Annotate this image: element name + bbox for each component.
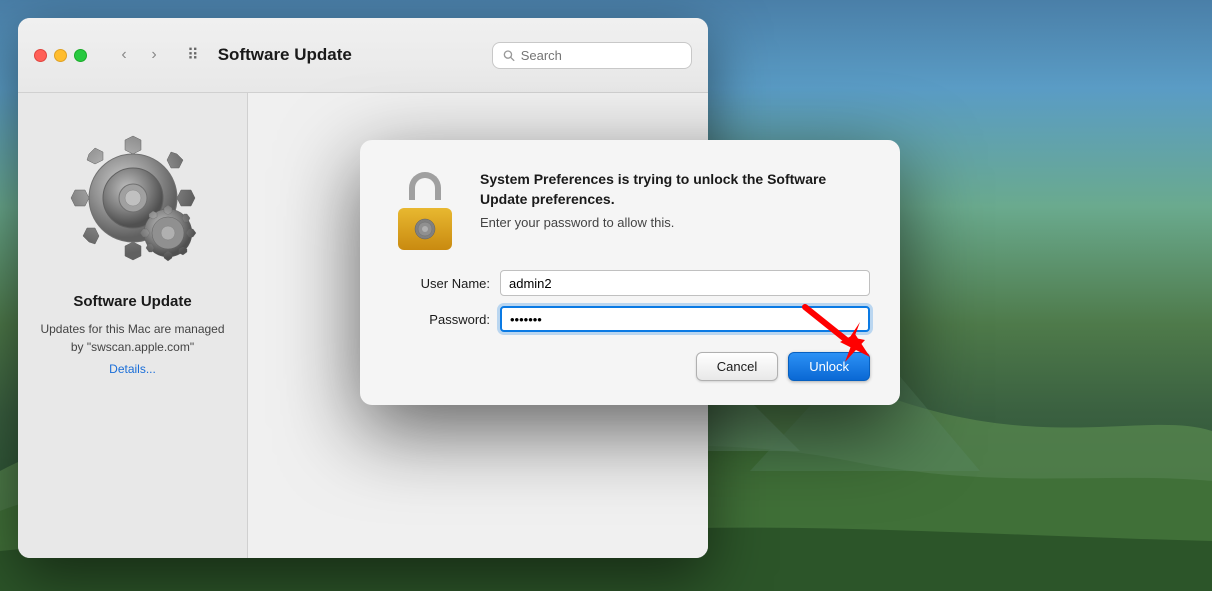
dialog-buttons: Cancel Unlock <box>390 352 870 381</box>
grid-icon[interactable]: ⠿ <box>187 45 198 65</box>
dialog-top: System Preferences is trying to unlock t… <box>390 170 870 250</box>
lock-body <box>398 208 452 250</box>
details-link[interactable]: Details... <box>109 362 156 376</box>
minimize-button[interactable] <box>54 49 67 62</box>
back-arrow[interactable]: ‹ <box>111 42 137 68</box>
forward-arrow[interactable]: › <box>141 42 167 68</box>
dialog-text: System Preferences is trying to unlock t… <box>480 170 870 250</box>
search-input[interactable] <box>521 48 681 63</box>
sidebar-app-name: Software Update <box>73 293 191 310</box>
nav-arrows: ‹ › <box>111 42 167 68</box>
software-update-icon <box>58 123 208 273</box>
traffic-lights <box>34 49 87 62</box>
close-button[interactable] <box>34 49 47 62</box>
lock-icon <box>390 170 460 250</box>
red-arrow-indicator <box>790 292 880 377</box>
window-title: Software Update <box>218 45 480 65</box>
cancel-button[interactable]: Cancel <box>696 352 778 381</box>
lock-gear-icon <box>411 215 439 243</box>
password-label: Password: <box>390 312 490 327</box>
sidebar-description: Updates for this Mac are managed by "sws… <box>18 320 247 356</box>
auth-dialog: System Preferences is trying to unlock t… <box>360 140 900 405</box>
search-bar[interactable] <box>492 42 692 69</box>
dialog-heading: System Preferences is trying to unlock t… <box>480 170 870 209</box>
lock-shackle <box>409 172 441 200</box>
maximize-button[interactable] <box>74 49 87 62</box>
dialog-subtext: Enter your password to allow this. <box>480 215 870 230</box>
sidebar: Software Update Updates for this Mac are… <box>18 93 248 558</box>
search-icon <box>503 49 515 62</box>
title-bar: ‹ › ⠿ Software Update <box>18 18 708 93</box>
username-label: User Name: <box>390 276 490 291</box>
